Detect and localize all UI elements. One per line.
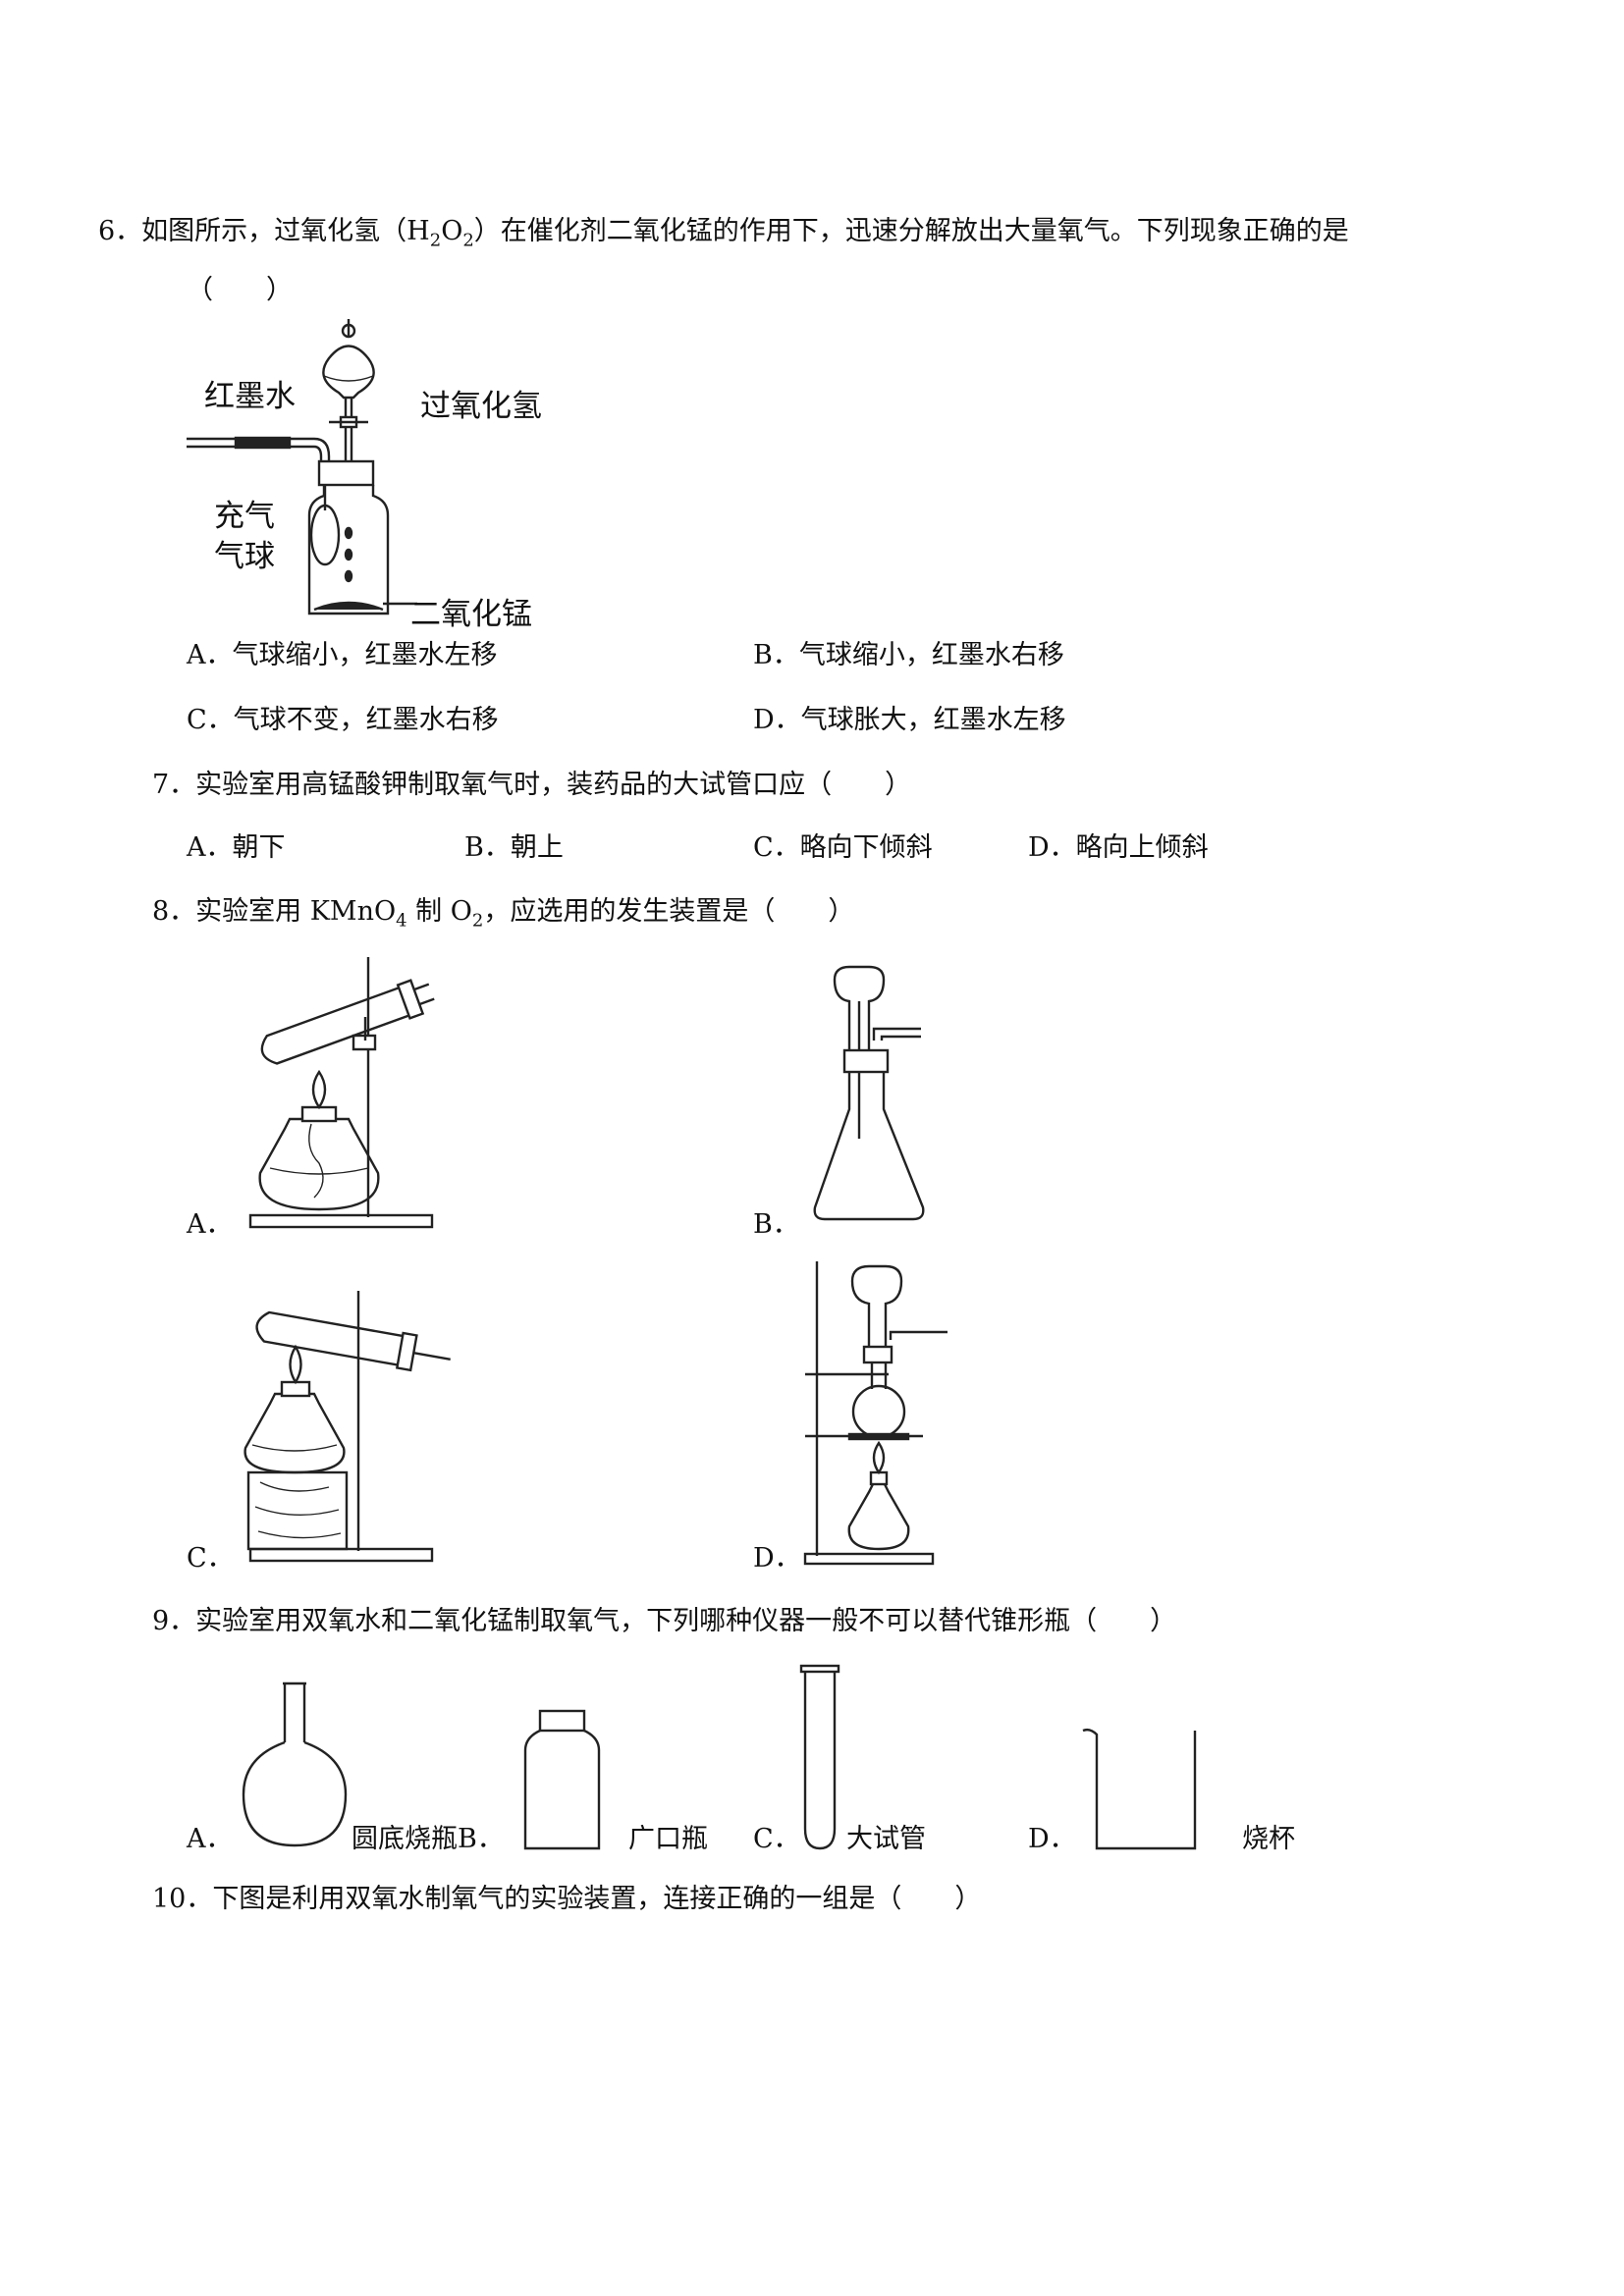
q8-option-b-label: B． [753,1209,799,1240]
q7-option-a: A．朝下 [187,832,286,863]
q6-label-balloon-line1: 充气 [214,499,275,534]
q8-apparatus-b [813,965,925,1221]
q9-option-a-name: 圆底烧瓶 [352,1824,458,1854]
q6-label-red-ink: 红墨水 [204,379,296,414]
q7-option-d: D．略向上倾斜 [1028,832,1209,863]
q6-subscript: 2 [429,230,442,251]
q7-option-b: B．朝上 [464,832,564,863]
q9-option-d-name: 烧杯 [1242,1824,1295,1854]
q7-option-c: C．略向下倾斜 [753,832,933,863]
q9-option-b-label: B． [458,1824,504,1854]
q8-apparatus-c [244,1291,451,1563]
q6-option-c: C．气球不变，红墨水右移 [187,705,499,735]
q9-beaker [1082,1728,1197,1850]
q8-option-c-label: C． [187,1543,234,1574]
q6-apparatus-figure [187,319,417,615]
q6-answer-paren: （ ） [187,275,293,305]
q9-option-d-label: D． [1028,1824,1076,1854]
q6-option-b: B．气球缩小，红墨水右移 [753,640,1064,670]
q8-apparatus-d [803,1261,947,1566]
q6-option-a: A．气球缩小，红墨水左移 [187,640,498,670]
q6-label-mno2: 二氧化锰 [410,597,532,632]
q6-stem-part: O [441,216,463,246]
q8-stem-part: ，应选用的发生装置是（ ） [483,896,855,927]
q9-round-bottom-flask [242,1682,348,1847]
q7-stem: 7．实验室用高锰酸钾制取氧气时，装药品的大试管口应（ ） [152,770,912,800]
q10-stem: 10．下图是利用双氧水制氧气的实验装置，连接正确的一组是（ ） [152,1884,982,1914]
q6-stem-part: 6．如图所示，过氧化氢（H [98,216,430,246]
q8-stem: 8．实验室用 KMnO4 制 O2，应选用的发生装置是（ ） [152,894,854,938]
q8-subscript: 2 [471,910,484,932]
q8-option-d-label: D． [753,1543,801,1574]
q9-large-test-tube [799,1664,840,1850]
q9-wide-mouth-bottle [523,1709,601,1850]
q8-apparatus-a [248,957,435,1229]
q6-option-d: D．气球胀大，红墨水左移 [753,705,1066,735]
q6-label-h2o2: 过氧化氢 [420,389,542,424]
q8-stem-part: 制 O [406,896,472,927]
q6-subscript: 2 [462,230,474,251]
q6-stem: 6．如图所示，过氧化氢（H2O2）在催化剂二氧化锰的作用下，迅速分解放出大量氧气… [98,214,1349,258]
q9-option-b-name: 广口瓶 [628,1824,708,1854]
q9-option-c-name: 大试管 [846,1824,926,1854]
q9-option-c-label: C． [753,1824,800,1854]
q6-label-balloon-line2: 气球 [214,539,275,574]
q9-option-a-label: A． [187,1824,233,1854]
q8-subscript: 4 [396,910,407,932]
q8-stem-part: 8．实验室用 KMnO [152,896,397,927]
q8-option-a-label: A． [187,1209,233,1240]
q9-stem: 9．实验室用双氧水和二氧化锰制取氧气，下列哪种仪器一般不可以替代锥形瓶（ ） [152,1606,1177,1636]
q6-stem-part: ）在催化剂二氧化锰的作用下，迅速分解放出大量氧气。下列现象正确的是 [473,216,1349,246]
